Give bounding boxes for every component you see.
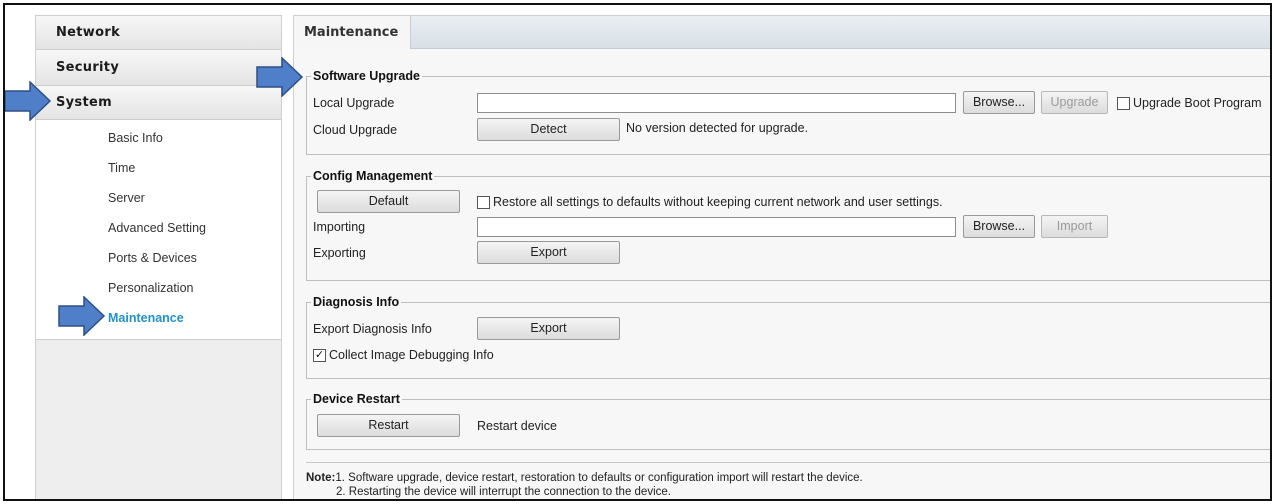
- arrow-right-icon-maintenance: [58, 296, 106, 336]
- restart-row: Restart Restart device: [307, 414, 1270, 438]
- sidebar-section-network[interactable]: Network: [36, 16, 281, 50]
- note-line-1: Note:1. Software upgrade, device restart…: [306, 471, 1270, 485]
- maintenance-content: Software Upgrade Local Upgrade Browse...…: [294, 49, 1270, 499]
- import-browse-button[interactable]: Browse...: [963, 215, 1035, 238]
- detect-button[interactable]: Detect: [477, 118, 620, 141]
- config-management-group: Config Management Default Restore all se…: [306, 169, 1270, 281]
- diagnosis-export-button[interactable]: Export: [477, 317, 620, 340]
- diagnosis-info-group: Diagnosis Info Export Diagnosis Info Exp…: [306, 295, 1270, 379]
- export-diagnosis-row: Export Diagnosis Info Export: [307, 317, 1270, 341]
- device-restart-legend: Device Restart: [313, 392, 400, 406]
- collect-debug-row: ✓ Collect Image Debugging Info: [307, 343, 1270, 367]
- cloud-upgrade-status: No version detected for upgrade.: [626, 121, 809, 135]
- exporting-label: Exporting: [313, 246, 366, 260]
- default-button[interactable]: Default: [317, 190, 460, 213]
- local-upgrade-label: Local Upgrade: [313, 96, 395, 110]
- arrow-right-icon-system: [5, 81, 52, 121]
- restart-description: Restart device: [477, 419, 557, 433]
- diagnosis-info-legend: Diagnosis Info: [313, 295, 400, 309]
- config-export-button[interactable]: Export: [477, 241, 620, 264]
- main-panel: Maintenance Software Upgrade Local Upgra…: [293, 15, 1270, 499]
- software-upgrade-legend: Software Upgrade: [313, 69, 420, 83]
- app-frame: Network Security System Basic Info Time …: [3, 3, 1272, 501]
- import-button[interactable]: Import: [1041, 215, 1108, 238]
- sidebar-item-server[interactable]: Server: [36, 183, 281, 213]
- import-file-input[interactable]: [477, 217, 956, 237]
- note-prefix: Note:: [306, 472, 336, 484]
- restore-defaults-label: Restore all settings to defaults without…: [493, 195, 943, 209]
- device-restart-group: Device Restart Restart Restart device: [306, 392, 1270, 450]
- sidebar-item-ports-devices[interactable]: Ports & Devices: [36, 243, 281, 273]
- restart-button[interactable]: Restart: [317, 414, 460, 437]
- restore-defaults-checkbox[interactable]: [477, 196, 490, 209]
- sidebar-section-security[interactable]: Security: [36, 50, 281, 86]
- local-upgrade-browse-button[interactable]: Browse...: [963, 91, 1035, 114]
- note-line-2: 2. Restarting the device will interrupt …: [336, 486, 671, 498]
- sidebar-item-basic-info[interactable]: Basic Info: [36, 123, 281, 153]
- importing-row: Importing Browse... Import: [307, 215, 1270, 239]
- config-management-legend: Config Management: [313, 169, 433, 183]
- sidebar-item-time[interactable]: Time: [36, 153, 281, 183]
- exporting-row: Exporting Export: [307, 241, 1270, 265]
- sidebar-item-advanced-setting[interactable]: Advanced Setting: [36, 213, 281, 243]
- tab-bar: Maintenance: [294, 16, 1270, 49]
- cloud-upgrade-label: Cloud Upgrade: [313, 123, 398, 137]
- note-line-1-text: 1. Software upgrade, device restart, res…: [335, 472, 863, 484]
- export-diagnosis-label: Export Diagnosis Info: [313, 322, 432, 336]
- tab-maintenance[interactable]: Maintenance: [294, 16, 411, 49]
- local-upgrade-row: Local Upgrade Browse... Upgrade Upgrade …: [307, 91, 1270, 115]
- collect-image-debugging-label: Collect Image Debugging Info: [329, 348, 494, 362]
- arrow-right-icon-software-upgrade: [256, 57, 304, 97]
- importing-label: Importing: [313, 220, 366, 234]
- upgrade-boot-program-checkbox[interactable]: [1117, 97, 1130, 110]
- cloud-upgrade-row: Cloud Upgrade Detect No version detected…: [307, 118, 1270, 142]
- default-row: Default Restore all settings to defaults…: [307, 190, 1270, 214]
- sidebar: Network Security System Basic Info Time …: [35, 15, 282, 499]
- upgrade-button[interactable]: Upgrade: [1041, 91, 1108, 114]
- software-upgrade-group: Software Upgrade Local Upgrade Browse...…: [306, 69, 1270, 155]
- local-upgrade-file-input[interactable]: [477, 93, 956, 113]
- collect-image-debugging-checkbox[interactable]: ✓: [313, 349, 326, 362]
- upgrade-boot-program-label: Upgrade Boot Program: [1133, 96, 1262, 110]
- sidebar-section-system[interactable]: System: [36, 86, 281, 120]
- maintenance-note: Note:1. Software upgrade, device restart…: [306, 462, 1270, 499]
